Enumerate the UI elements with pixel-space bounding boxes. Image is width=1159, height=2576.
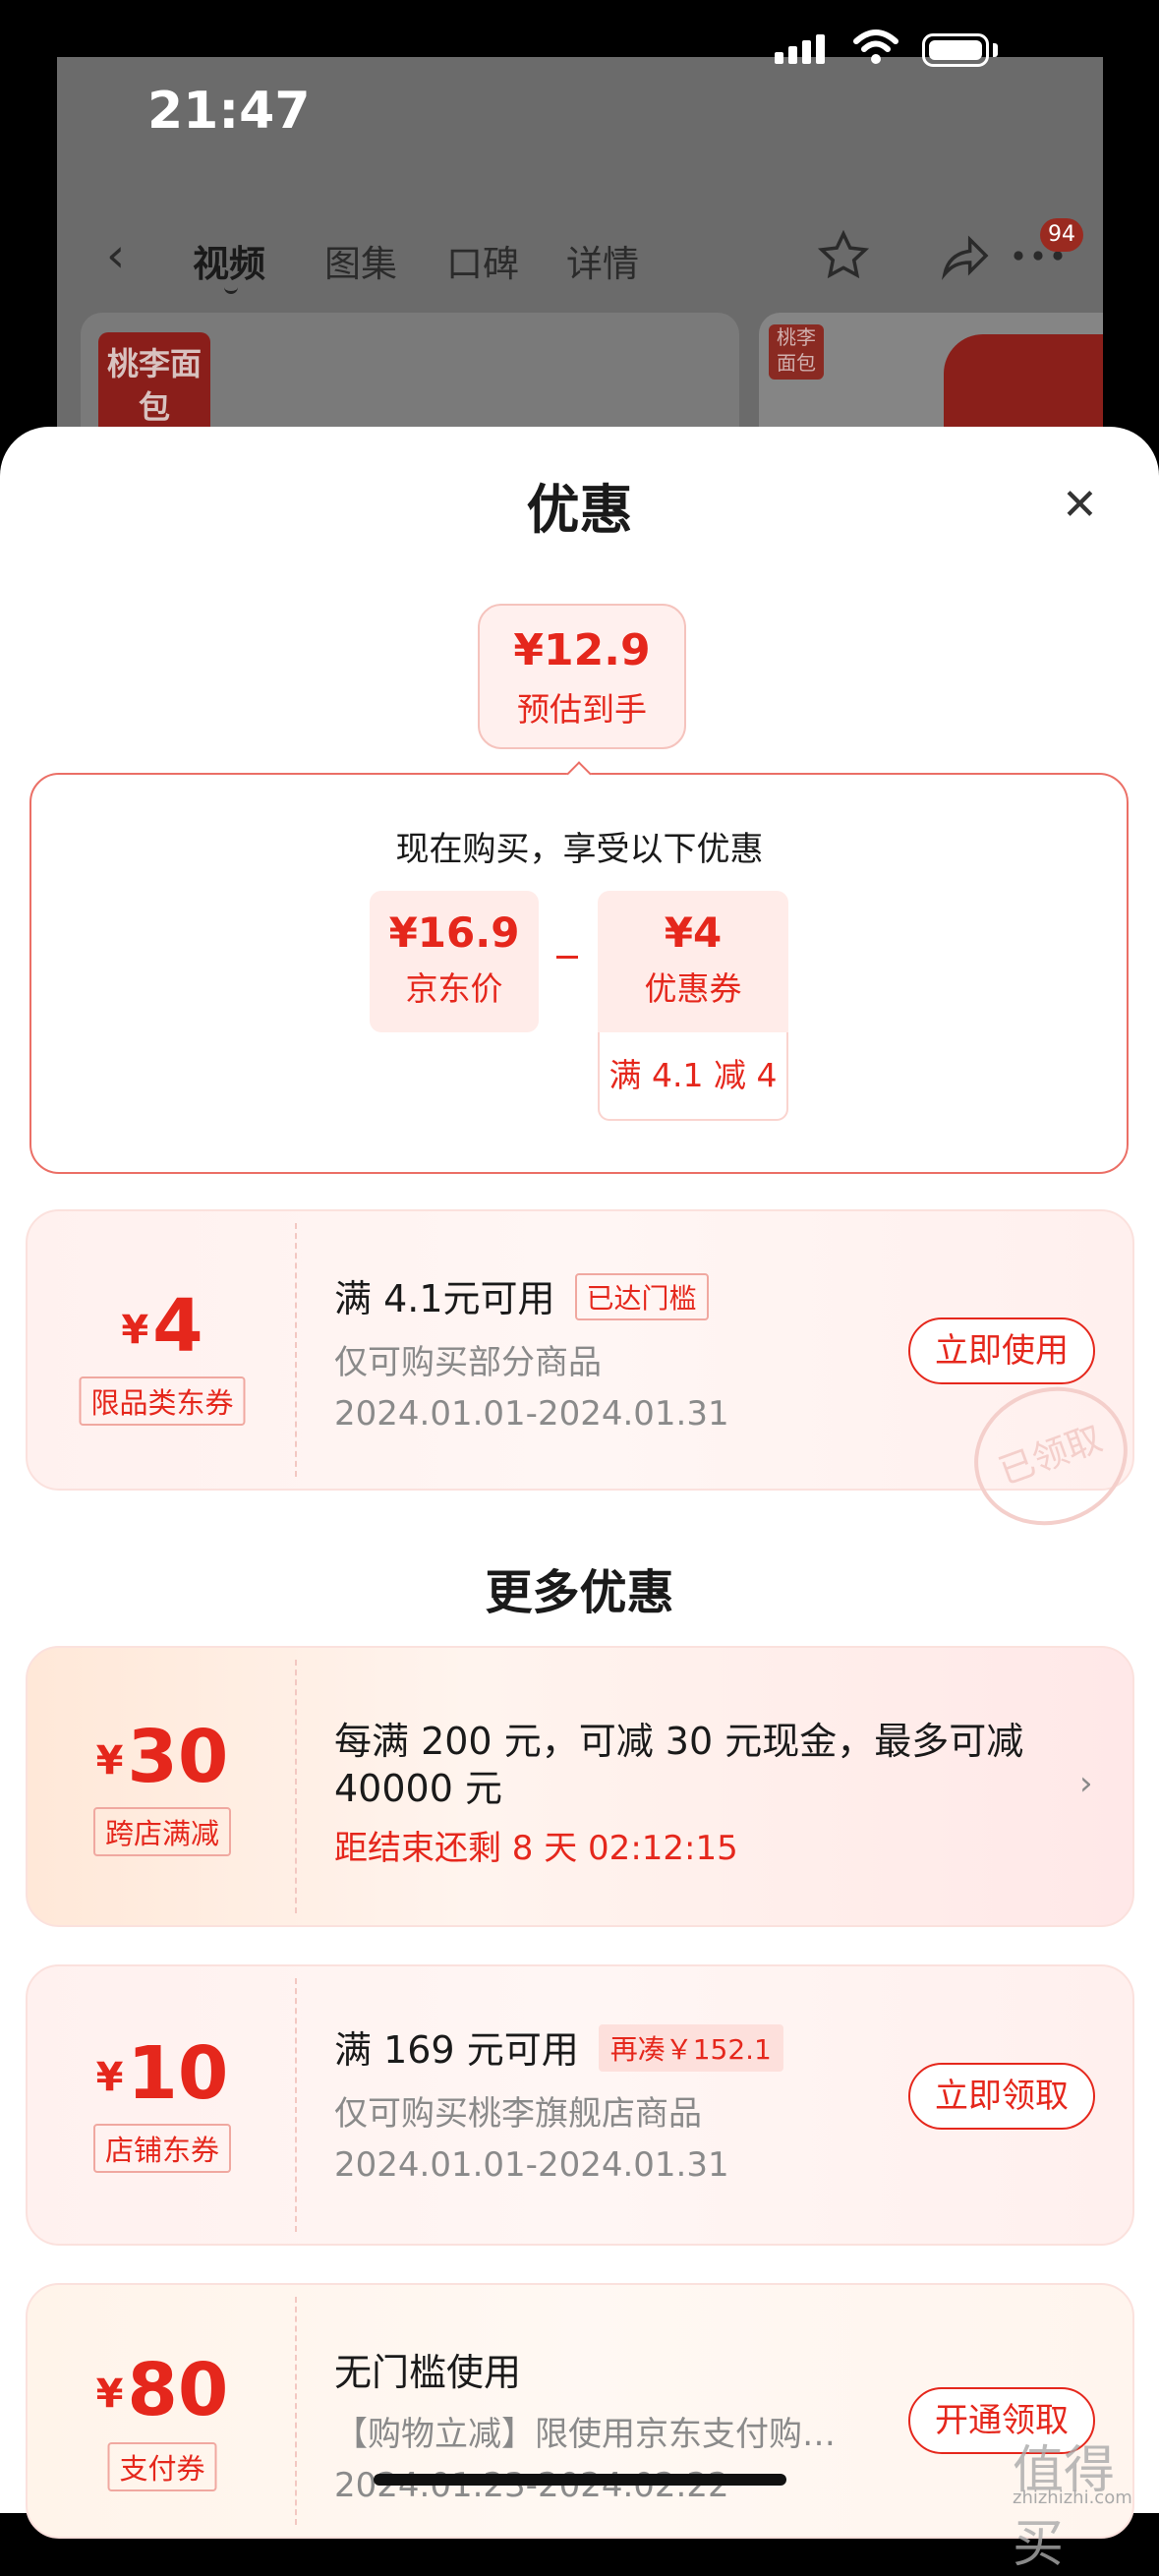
- offer-countdown: 距结束还剩 8 天 02:12:15: [334, 1829, 738, 1868]
- remaining-amount-pill: 再凑￥152.1: [598, 2024, 783, 2072]
- coupon-condition: 满 4.1 减 4: [598, 1032, 788, 1121]
- sheet-title: 优惠: [526, 479, 633, 541]
- threshold-pill: 已达门槛: [574, 1273, 709, 1320]
- tab-reviews[interactable]: 口碑: [446, 234, 519, 287]
- offer-amount-value: 80: [127, 2348, 229, 2432]
- star-icon[interactable]: [816, 228, 871, 283]
- offer-date: 2024.01.01-2024.01.31: [334, 2145, 729, 2185]
- coupon-price: ¥4: [664, 908, 723, 957]
- use-now-button[interactable]: 立即使用: [908, 1317, 1095, 1384]
- breakdown-title: 现在购买，享受以下优惠: [395, 830, 764, 869]
- tab-video[interactable]: 视频: [193, 234, 265, 287]
- jd-price: ¥16.9: [388, 908, 520, 957]
- jd-price-box: ¥16.9 京东价: [370, 891, 539, 1032]
- offer-card-crossstore[interactable]: ¥30 跨店满减 每满 200 元，可减 30 元现金，最多可减 40000 元…: [26, 1646, 1134, 1927]
- tab-details[interactable]: 详情: [566, 234, 639, 287]
- coupon-price-box: ¥4 优惠券: [598, 891, 788, 1032]
- coupon-price-label: 优惠券: [644, 969, 742, 1008]
- currency-symbol: ¥: [121, 1308, 149, 1353]
- offer-divider: [295, 1978, 297, 2232]
- minus-sign: [556, 956, 578, 959]
- coupon-date: 2024.01.01-2024.01.31: [334, 1394, 729, 1434]
- brand-logo: 桃李面包: [98, 332, 210, 440]
- offer-type-tag: 支付券: [107, 2442, 217, 2491]
- currency-symbol: ¥: [95, 1738, 124, 1784]
- offer-amount-value: 30: [127, 1715, 229, 1799]
- back-arrow-icon[interactable]: ‹: [106, 228, 125, 283]
- offer-title-line2: 40000 元: [334, 1767, 502, 1810]
- home-indicator[interactable]: [374, 2474, 786, 2486]
- coupon-title-text: 满 4.1元可用: [334, 1277, 555, 1320]
- close-icon[interactable]: ✕: [1062, 480, 1098, 530]
- coupon-left: ¥4 限品类东券: [28, 1211, 297, 1489]
- offer-divider: [295, 1660, 297, 1913]
- offer-desc: 【购物立减】限使用京东支付购…: [334, 2415, 836, 2454]
- offer-amount: ¥30: [28, 1715, 297, 1799]
- claim-now-button[interactable]: 立即领取: [908, 2063, 1095, 2130]
- share-icon[interactable]: [938, 228, 993, 283]
- more-offers-title: 更多优惠: [485, 1565, 674, 1620]
- status-time: 21:47: [147, 82, 311, 141]
- cellular-signal-icon: [775, 34, 830, 64]
- currency-symbol: ¥: [95, 2371, 124, 2417]
- tab-gallery[interactable]: 图集: [324, 234, 397, 287]
- battery-icon: [922, 33, 989, 67]
- estimated-price: ¥12.9: [513, 625, 651, 675]
- offer-amount-value: 10: [127, 2031, 229, 2116]
- coupon-card-main: ¥4 限品类东券 满 4.1元可用 已达门槛 仅可购买部分商品 2024.01.0…: [26, 1209, 1134, 1491]
- offer-left: ¥10 店铺东券: [28, 1966, 297, 2244]
- currency-symbol: ¥: [95, 2055, 124, 2100]
- offer-title-line1: 每满 200 元，可减 30 元现金，最多可减: [334, 1720, 1024, 1763]
- offer-card-store: ¥10 店铺东券 满 169 元可用 再凑￥152.1 仅可购买桃李旗舰店商品 2…: [26, 1964, 1134, 2246]
- offer-left: ¥30 跨店满减: [28, 1648, 297, 1925]
- coupon-title: 满 4.1元可用 已达门槛: [334, 1268, 709, 1322]
- coupon-divider: [295, 1223, 297, 1477]
- watermark-url: zhizhizhi.com: [1013, 2488, 1132, 2508]
- offer-divider: [295, 2297, 297, 2525]
- offer-amount: ¥80: [28, 2348, 297, 2432]
- chevron-right-icon[interactable]: ›: [1079, 1764, 1093, 1803]
- offer-desc: 仅可购买桃李旗舰店商品: [334, 2094, 702, 2134]
- status-bar: 21:47: [57, 57, 1103, 165]
- jd-price-label: 京东价: [405, 969, 503, 1008]
- estimated-price-label: 预估到手: [517, 690, 647, 729]
- offer-card-payment: ¥80 支付券 无门槛使用 【购物立减】限使用京东支付购… 2024.01.23…: [26, 2283, 1134, 2539]
- offer-type-tag: 店铺东券: [92, 2124, 232, 2173]
- offer-title-text: 满 169 元可用: [334, 2028, 579, 2072]
- tab-indicator: [224, 283, 238, 294]
- product-nav: ‹ 视频 图集 口碑 详情: [57, 206, 1103, 305]
- offer-amount: ¥10: [28, 2031, 297, 2116]
- brand-logo-small: 桃李面包: [769, 324, 824, 380]
- notification-badge: 94: [1040, 218, 1083, 252]
- coupon-amount: ¥4: [28, 1284, 297, 1369]
- coupon-amount-value: 4: [152, 1284, 203, 1369]
- offer-title: 无门槛使用: [334, 2351, 522, 2394]
- coupon-type-tag: 限品类东券: [79, 1376, 246, 1426]
- coupon-desc: 仅可购买部分商品: [334, 1343, 602, 1382]
- offer-type-tag: 跨店满减: [92, 1807, 232, 1856]
- estimated-price-box: ¥12.9 预估到手: [478, 604, 686, 749]
- wifi-icon: [853, 29, 898, 64]
- battery-tip: [993, 43, 998, 57]
- offer-title: 满 169 元可用 再凑￥152.1: [334, 2020, 783, 2074]
- offer-left: ¥80 支付券: [28, 2285, 297, 2537]
- offer-date: 2024.01.23-2024.02.22: [334, 2466, 729, 2505]
